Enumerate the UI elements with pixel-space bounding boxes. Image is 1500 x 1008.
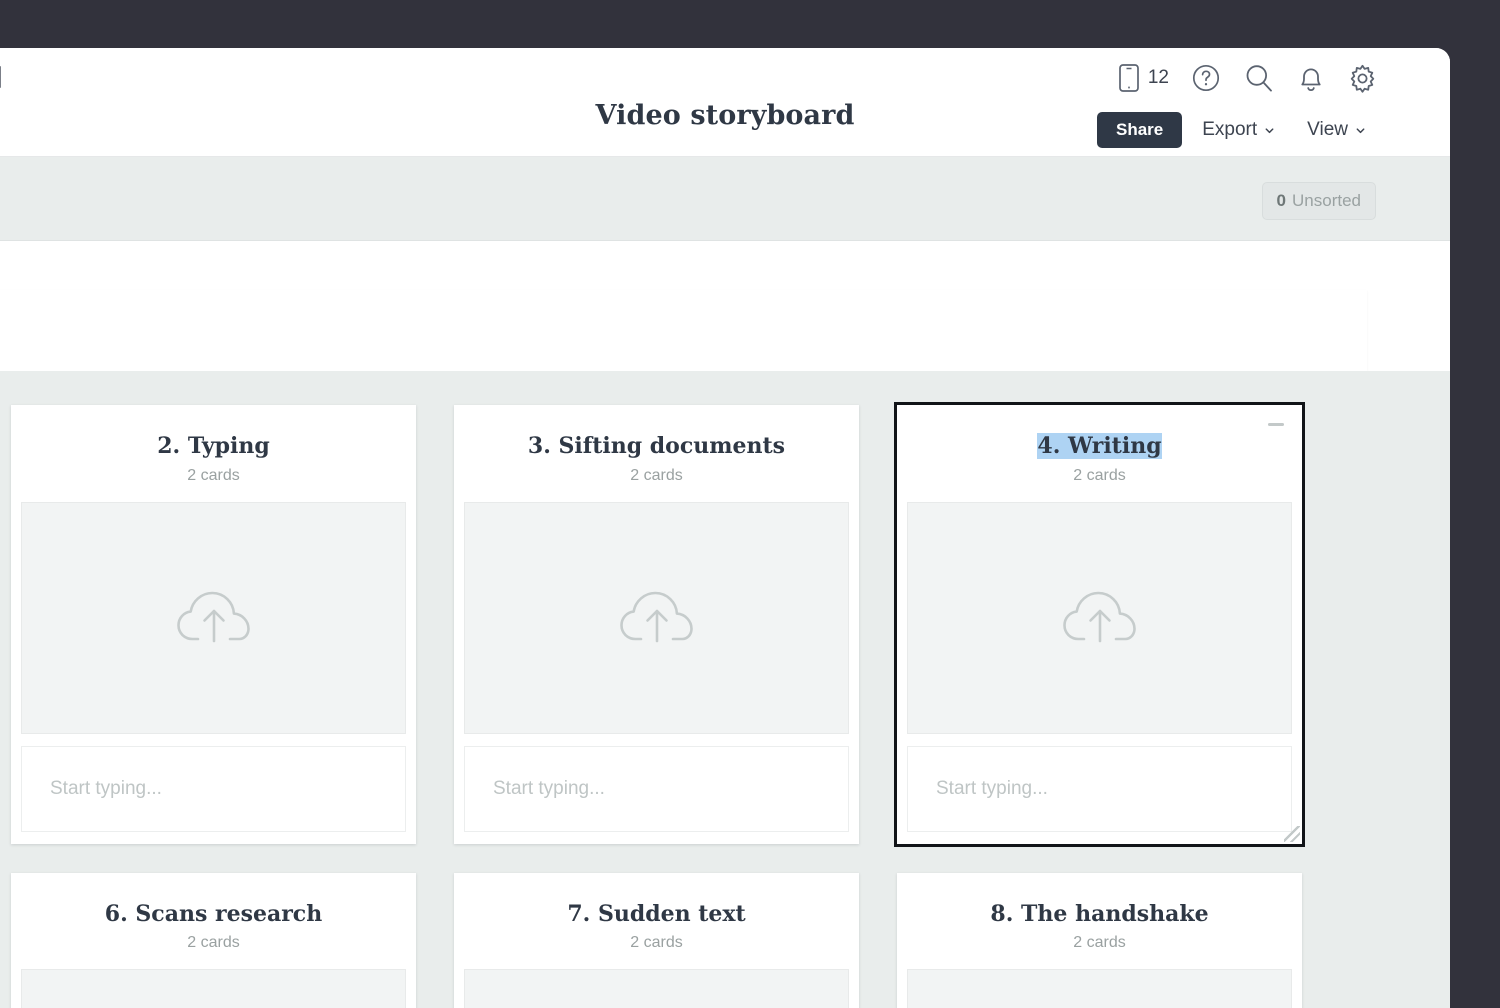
selected-text-highlight: 4. Writing — [1037, 433, 1161, 459]
export-label: Export — [1202, 119, 1257, 141]
board-canvas[interactable]: Start typing... 2. Typing 2 cards Start … — [0, 371, 1450, 1008]
header-icon-group: 12 — [1118, 62, 1378, 94]
app-window: Video storyboard 12 — [0, 48, 1450, 1008]
cloud-upload-icon — [619, 589, 695, 647]
card-title: 3. Sifting documents — [464, 419, 849, 461]
cloud-upload-icon — [1062, 589, 1138, 647]
view-label: View — [1307, 119, 1348, 141]
mobile-device-icon — [1118, 63, 1140, 93]
card-media-dropzone[interactable] — [907, 502, 1292, 734]
unsorted-count: 0 — [1277, 191, 1286, 211]
card-row: Start typing... 2. Typing 2 cards Start … — [0, 405, 1302, 844]
card-title: 8. The handshake — [907, 887, 1292, 929]
card-title: 7. Sudden text — [464, 887, 849, 929]
card-title: 2. Typing — [21, 419, 406, 461]
card-card-count: 2 cards — [907, 467, 1292, 485]
card-title: 4. Writing — [907, 419, 1292, 461]
card-text-input[interactable]: Start typing... — [21, 746, 406, 832]
sidebar-toggle-stub[interactable] — [0, 66, 1, 88]
card-row: Start typing... 6. Scans research 2 card… — [0, 873, 1302, 1008]
share-button[interactable]: Share — [1097, 112, 1182, 149]
card-title: 6. Scans research — [21, 887, 406, 929]
board-toolbar: 0 Unsorted — [0, 157, 1450, 241]
card-text-input[interactable]: Start typing... — [464, 746, 849, 832]
cloud-upload-icon — [176, 589, 252, 647]
storyboard-card[interactable]: 8. The handshake 2 cards Start typing... — [897, 873, 1302, 1008]
card-media-dropzone[interactable] — [464, 502, 849, 734]
view-menu-button[interactable]: View — [1295, 111, 1378, 149]
card-media-dropzone[interactable] — [464, 969, 849, 1008]
device-count-label: 12 — [1148, 67, 1169, 89]
card-media-dropzone[interactable] — [21, 502, 406, 734]
storyboard-card[interactable]: 7. Sudden text 2 cards Start typing... — [454, 873, 859, 1008]
card-media-dropzone[interactable] — [21, 969, 406, 1008]
chevron-down-icon — [1355, 125, 1366, 136]
card-grid: Start typing... 2. Typing 2 cards Start … — [0, 405, 1302, 1008]
resize-card-handle[interactable] — [1284, 826, 1300, 842]
storyboard-card[interactable]: 3. Sifting documents 2 cards Start typin… — [454, 405, 859, 844]
card-card-count: 2 cards — [907, 934, 1292, 952]
app-header: Video storyboard 12 — [0, 48, 1450, 157]
storyboard-card[interactable]: 6. Scans research 2 cards Start typing..… — [11, 873, 416, 1008]
help-icon[interactable] — [1191, 63, 1221, 93]
card-media-dropzone[interactable] — [907, 969, 1292, 1008]
desktop-backdrop: Video storyboard 12 — [0, 0, 1500, 1000]
header-action-group: Share Export View — [1097, 111, 1378, 149]
notification-bell-icon[interactable] — [1297, 63, 1325, 94]
card-card-count: 2 cards — [464, 467, 849, 485]
export-menu-button[interactable]: Export — [1190, 111, 1287, 149]
storyboard-card[interactable]: 2. Typing 2 cards Start typing... — [11, 405, 416, 844]
mobile-device-button[interactable]: 12 — [1118, 63, 1169, 93]
card-card-count: 2 cards — [21, 467, 406, 485]
unsorted-chip[interactable]: 0 Unsorted — [1262, 182, 1376, 220]
search-icon[interactable] — [1243, 62, 1275, 94]
board-header-panel — [0, 290, 1367, 371]
collapse-card-handle[interactable] — [1268, 423, 1284, 426]
card-card-count: 2 cards — [464, 934, 849, 952]
settings-gear-icon[interactable] — [1347, 63, 1378, 94]
chevron-down-icon — [1264, 125, 1275, 136]
unsorted-label: Unsorted — [1292, 191, 1361, 211]
card-text-input[interactable]: Start typing... — [907, 746, 1292, 832]
card-card-count: 2 cards — [21, 934, 406, 952]
storyboard-card-selected[interactable]: 4. Writing 2 cards Start typing... — [897, 405, 1302, 844]
